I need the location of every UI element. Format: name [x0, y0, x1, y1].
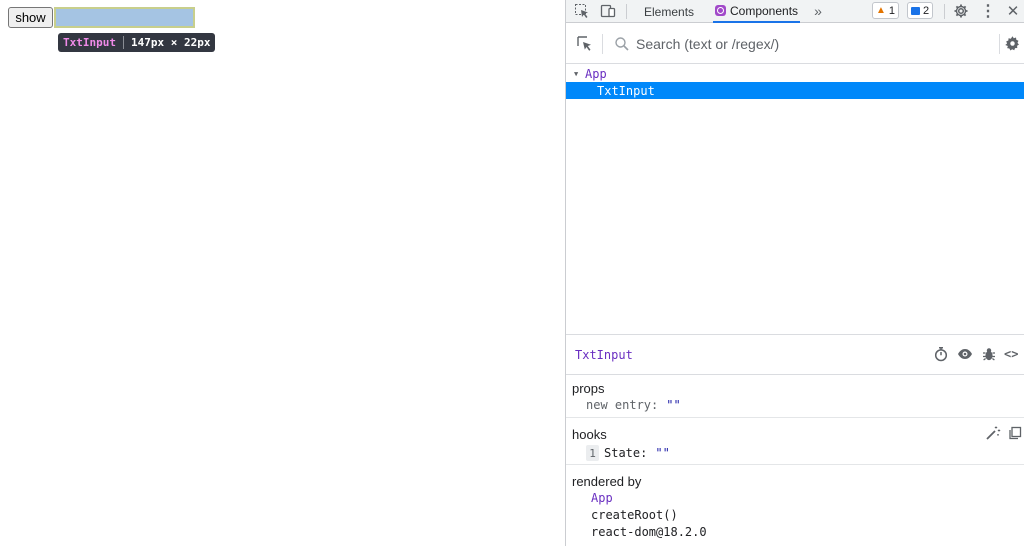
hook-key: State	[604, 446, 641, 460]
tab-components-label: Components	[730, 3, 799, 18]
devtools-toolbar: Elements Components » ▲ 1 2 ⋮ ✕	[566, 0, 1024, 23]
search-icon	[614, 36, 630, 52]
device-toolbar-icon[interactable]	[599, 2, 617, 20]
show-button[interactable]: show	[8, 7, 53, 28]
tab-components[interactable]: Components	[713, 0, 801, 23]
inspected-element-header: TxtInput <>	[566, 335, 1024, 375]
select-element-icon[interactable]	[576, 35, 594, 53]
rendered-by-item-react-dom: react-dom@18.2.0	[591, 525, 707, 539]
tree-item-label: TxtInput	[597, 83, 655, 98]
tree-item-txtinput[interactable]: TxtInput	[566, 82, 1024, 99]
settings-gear-icon[interactable]	[952, 2, 970, 20]
warnings-count: 1	[888, 4, 896, 17]
rendered-by-item-createroot: createRoot()	[591, 508, 678, 522]
rendered-by-item-app[interactable]: App	[591, 491, 613, 505]
react-logo-icon	[715, 5, 726, 16]
tree-item-app[interactable]: ▼ App	[566, 65, 1024, 82]
bug-icon[interactable]	[981, 346, 997, 362]
copy-icon[interactable]	[1007, 425, 1023, 441]
prop-key: new entry	[586, 398, 652, 412]
caret-down-icon[interactable]: ▼	[574, 70, 578, 78]
tooltip-component-name: TxtInput	[63, 36, 116, 49]
devtools-panel: Elements Components » ▲ 1 2 ⋮ ✕ Search (…	[565, 0, 1024, 546]
search-divider	[602, 34, 603, 54]
warning-triangle-icon: ▲	[876, 5, 886, 16]
prop-row[interactable]: new entry: ""	[586, 398, 681, 412]
toolbar-separator	[944, 4, 945, 19]
rendered-by-section: rendered by App createRoot() react-dom@1…	[566, 466, 1024, 546]
tree-item-label: App	[585, 66, 607, 81]
toolbar-separator	[626, 4, 627, 19]
hook-colon: :	[640, 446, 648, 460]
warnings-badge[interactable]: ▲ 1	[872, 2, 900, 19]
prop-colon: :	[651, 398, 659, 412]
magic-wand-icon[interactable]	[985, 425, 1001, 441]
inspected-component-name: TxtInput	[575, 348, 633, 362]
rendered-by-title: rendered by	[572, 474, 642, 489]
hooks-title: hooks	[572, 427, 607, 442]
tab-elements-label: Elements	[644, 4, 695, 19]
web-page: show TxtInput 147px × 22px	[0, 0, 565, 546]
inspect-tooltip: TxtInput 147px × 22px	[58, 33, 216, 52]
hook-index-badge: 1	[586, 445, 599, 461]
close-icon[interactable]: ✕	[1004, 2, 1022, 20]
props-title: props	[572, 381, 605, 396]
components-settings-gear-icon[interactable]	[1004, 35, 1021, 52]
more-options-icon[interactable]: ⋮	[979, 2, 997, 20]
hook-value[interactable]: ""	[655, 446, 669, 460]
txt-input-field[interactable]	[54, 7, 195, 28]
message-icon	[911, 6, 920, 15]
prop-value[interactable]: ""	[666, 398, 680, 412]
eye-icon[interactable]	[957, 346, 973, 362]
chevron-double-right-icon[interactable]: »	[809, 2, 827, 20]
view-source-icon[interactable]: <>	[1004, 346, 1020, 362]
messages-count: 2	[923, 4, 930, 17]
inspect-element-icon[interactable]	[573, 2, 591, 20]
search-divider	[999, 34, 1000, 54]
component-search-input[interactable]	[636, 33, 986, 55]
props-section: props new entry: ""	[566, 376, 1024, 418]
tab-elements[interactable]: Elements	[644, 0, 694, 23]
hooks-section: hooks 1 State: ""	[566, 419, 1024, 465]
tooltip-size: 147px × 22px	[130, 36, 211, 49]
component-search-row	[566, 24, 1024, 64]
tooltip-separator	[122, 36, 124, 49]
messages-badge[interactable]: 2	[907, 2, 934, 19]
component-tree: ▼ App TxtInput	[566, 65, 1024, 335]
hook-row[interactable]: 1 State: ""	[586, 445, 670, 461]
stopwatch-icon[interactable]	[933, 346, 949, 362]
